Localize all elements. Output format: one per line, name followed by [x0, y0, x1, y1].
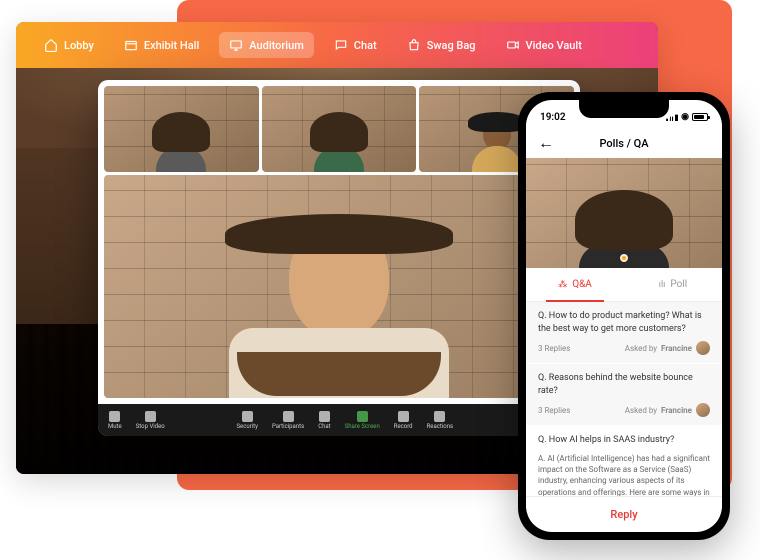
qa-item[interactable]: Q. Reasons behind the website bounce rat…: [526, 364, 722, 426]
phone-video-tile[interactable]: [526, 158, 722, 268]
shield-icon: [242, 411, 253, 422]
hall-icon: [124, 38, 138, 52]
wifi-icon: ◉: [681, 112, 689, 122]
ctrl-label: Record: [394, 423, 413, 430]
ctrl-label: Security: [236, 423, 258, 430]
chat-button[interactable]: Chat: [318, 411, 330, 430]
tab-qa[interactable]: ⁂ Q&A: [526, 268, 624, 301]
qa-list[interactable]: Q. How to do product marketing? What is …: [526, 302, 722, 496]
nav-swag-bag[interactable]: Swag Bag: [397, 32, 486, 58]
nav-video-vault[interactable]: Video Vault: [496, 32, 592, 58]
reply-button[interactable]: Reply: [526, 496, 722, 532]
phone-header: ← Polls / QA: [526, 128, 722, 158]
poll-icon: ılı: [659, 280, 666, 290]
chat-icon: [319, 411, 330, 422]
status-time: 19:02: [540, 112, 566, 123]
qa-item[interactable]: Q. How to do product marketing? What is …: [526, 302, 722, 364]
battery-icon: [692, 113, 708, 121]
camera-icon: [145, 411, 156, 422]
nav-label: Exhibit Hall: [144, 39, 199, 52]
tab-label: Poll: [670, 279, 687, 290]
qa-asked-by: Asked by Francine: [625, 341, 710, 355]
phone-notch: [579, 100, 669, 118]
qa-question: Q. Reasons behind the website bounce rat…: [538, 372, 710, 397]
phone-tabs: ⁂ Q&A ılı Poll: [526, 268, 722, 302]
qa-icon: ⁂: [558, 280, 567, 290]
record-button[interactable]: Record: [394, 411, 413, 430]
qa-question: Q. How AI helps in SAAS industry?: [538, 434, 710, 447]
nav-label: Swag Bag: [427, 39, 476, 52]
nav-label: Chat: [354, 39, 377, 52]
back-button[interactable]: ←: [538, 133, 554, 153]
qa-answer: A. AI (Artificial Intelligence) has had …: [538, 453, 710, 496]
nav-lobby[interactable]: Lobby: [34, 32, 104, 58]
ctrl-label: Reactions: [427, 423, 454, 430]
ctrl-label: Share Screen: [345, 423, 380, 430]
main-speaker-tile[interactable]: [104, 175, 574, 398]
ctrl-label: Stop Video: [136, 423, 165, 430]
record-indicator-icon: [620, 254, 628, 262]
share-screen-button[interactable]: Share Screen: [345, 411, 380, 430]
mic-icon: [109, 411, 120, 422]
participant-tile[interactable]: [262, 86, 417, 172]
avatar: [696, 341, 710, 355]
video-controls-bar: Mute Stop Video Security Participants Ch…: [98, 404, 580, 436]
reactions-button[interactable]: Reactions: [427, 411, 454, 430]
phone-title: Polls / QA: [599, 137, 648, 150]
top-nav: Lobby Exhibit Hall Auditorium Chat Swag …: [16, 22, 658, 68]
nav-exhibit-hall[interactable]: Exhibit Hall: [114, 32, 209, 58]
phone-screen: 19:02 ◉ ← Polls / QA ⁂ Q&A ılı Poll: [526, 100, 722, 532]
ctrl-label: Chat: [318, 423, 330, 430]
ctrl-label: Mute: [108, 423, 122, 430]
chat-icon: [334, 38, 348, 52]
nav-label: Lobby: [64, 39, 94, 52]
nav-label: Auditorium: [249, 39, 304, 52]
participants-button[interactable]: Participants: [272, 411, 304, 430]
tab-label: Q&A: [572, 279, 592, 290]
ctrl-label: Participants: [272, 423, 304, 430]
avatar: [696, 403, 710, 417]
nav-chat[interactable]: Chat: [324, 32, 387, 58]
video-grid: [98, 80, 580, 404]
bag-icon: [407, 38, 421, 52]
tab-poll[interactable]: ılı Poll: [624, 268, 722, 301]
nav-label: Video Vault: [526, 39, 582, 52]
participant-tile[interactable]: [104, 86, 259, 172]
nav-auditorium[interactable]: Auditorium: [219, 32, 314, 58]
home-icon: [44, 38, 58, 52]
screen-icon: [229, 38, 243, 52]
qa-asked-by: Asked by Francine: [625, 403, 710, 417]
video-icon: [506, 38, 520, 52]
qa-replies[interactable]: 3 Replies: [538, 406, 570, 415]
signal-icon: [666, 113, 678, 121]
qa-replies[interactable]: 3 Replies: [538, 344, 570, 353]
emoji-icon: [434, 411, 445, 422]
phone-device: 19:02 ◉ ← Polls / QA ⁂ Q&A ılı Poll: [518, 92, 730, 540]
share-icon: [357, 411, 368, 422]
status-indicators: ◉: [666, 112, 708, 122]
people-icon: [283, 411, 294, 422]
mute-button[interactable]: Mute: [108, 411, 122, 430]
qa-question: Q. How to do product marketing? What is …: [538, 310, 710, 335]
qa-item[interactable]: Q. How AI helps in SAAS industry? A. AI …: [526, 426, 722, 496]
record-icon: [398, 411, 409, 422]
video-conference-panel: Mute Stop Video Security Participants Ch…: [98, 80, 580, 436]
security-button[interactable]: Security: [236, 411, 258, 430]
stop-video-button[interactable]: Stop Video: [136, 411, 165, 430]
